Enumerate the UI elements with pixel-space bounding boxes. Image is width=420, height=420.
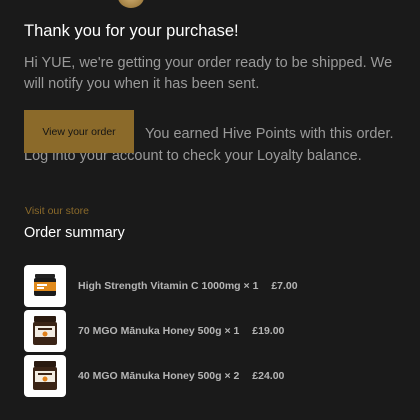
item-qty: × 1 [224,324,240,337]
item-name: 70 MGO Mānuka Honey 500g [78,324,222,337]
item-label: 70 MGO Mānuka Honey 500g × 1 £19.00 [78,325,284,337]
item-price: £19.00 [252,324,285,337]
item-qty: × 2 [224,369,240,382]
honey-jar-icon[interactable] [24,309,66,352]
order-summary-title: Order summary [24,225,125,241]
visit-store-link[interactable]: Visit our store [25,205,89,217]
brand-logo-icon [118,0,144,8]
item-qty: × 1 [243,279,259,292]
item-price: £7.00 [271,279,298,292]
item-label: High Strength Vitamin C 1000mg × 1 £7.00 [78,280,298,292]
list-item: 70 MGO Mānuka Honey 500g × 1 £19.00 [24,308,298,353]
item-name: 40 MGO Mānuka Honey 500g [78,369,222,382]
greeting-message: Hi YUE, we're getting your order ready t… [24,55,393,92]
page-title: Thank you for your purchase! [24,22,239,40]
view-order-button[interactable]: View your order [24,110,134,153]
honey-jar-icon[interactable] [24,354,66,397]
vitamin-c-jar-icon[interactable] [24,264,66,307]
item-label: 40 MGO Mānuka Honey 500g × 2 £24.00 [78,370,284,382]
list-item: High Strength Vitamin C 1000mg × 1 £7.00 [24,263,298,308]
list-item: 40 MGO Mānuka Honey 500g × 2 £24.00 [24,353,298,398]
item-name: High Strength Vitamin C 1000mg [78,279,241,292]
order-items-list: High Strength Vitamin C 1000mg × 1 £7.00… [24,263,298,398]
item-price: £24.00 [252,369,285,382]
